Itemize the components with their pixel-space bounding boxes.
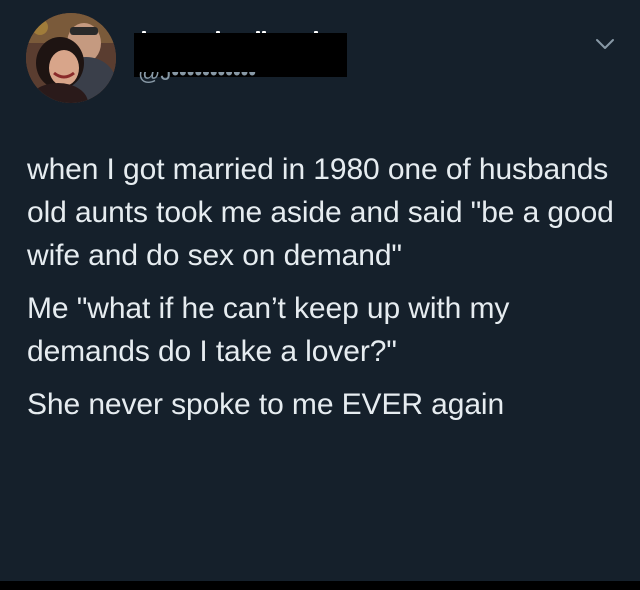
user-handle[interactable]: @J••••••••••• <box>138 72 308 86</box>
tweet-paragraph: when I got married in 1980 one of husban… <box>27 153 614 272</box>
bottom-edge <box>0 581 640 590</box>
redaction-bar <box>134 33 347 77</box>
tweet-card: @J••••••••••• when I got married in 1980… <box>0 0 640 590</box>
user-handle-text: @J••••••••••• <box>138 72 257 85</box>
tweet-paragraph: Me "what if he can’t keep up with my dem… <box>27 292 510 368</box>
avatar-photo <box>26 13 116 103</box>
avatar[interactable] <box>26 13 116 103</box>
tweet-text: when I got married in 1980 one of husban… <box>27 148 627 426</box>
tweet-paragraph: She never spoke to me EVER again <box>27 388 505 421</box>
chevron-down-icon[interactable] <box>594 37 616 51</box>
